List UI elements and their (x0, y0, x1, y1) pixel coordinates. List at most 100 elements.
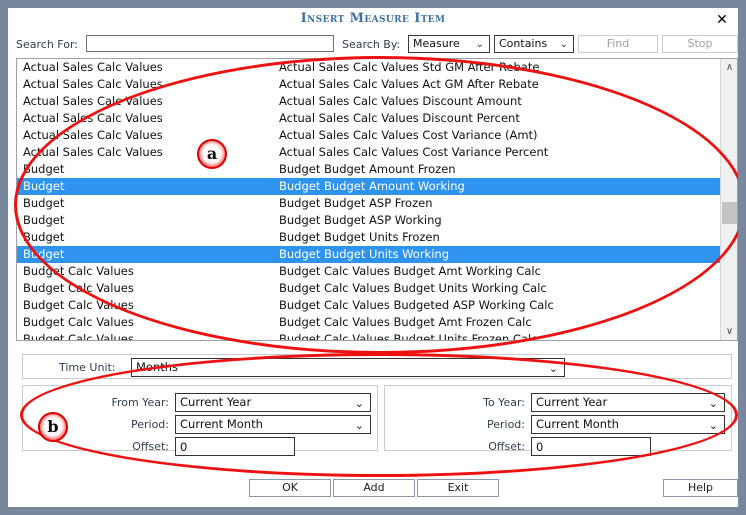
to-offset-input[interactable] (531, 437, 651, 456)
search-operator-value: Contains (499, 37, 548, 50)
insert-measure-item-dialog: Insert Measure Item ✕ Search For: Search… (0, 0, 746, 515)
chevron-down-icon: ⌄ (354, 419, 364, 432)
table-row[interactable]: Budget Budget Budget ASP Working (17, 212, 720, 229)
to-year-select[interactable]: Current Year ⌄ (531, 393, 725, 412)
help-button[interactable]: Help (663, 479, 738, 497)
to-year-value: Current Year (536, 395, 608, 409)
measure-group-cell: Actual Sales Calc Values (23, 145, 163, 159)
measure-group-cell: Budget (23, 213, 65, 227)
close-icon[interactable]: ✕ (714, 12, 730, 28)
from-range-group: From Year: Current Year ⌄ Period: Curren… (22, 385, 378, 456)
chevron-down-icon: ⌄ (708, 419, 718, 432)
to-offset-label: Offset: (488, 440, 525, 453)
table-row[interactable]: Budget Calc Values Budget Calc Values Bud… (17, 331, 720, 341)
table-row[interactable]: Actual Sales Calc Values Actual Sales Cal… (17, 76, 720, 93)
to-period-select[interactable]: Current Month ⌄ (531, 415, 725, 434)
measure-group-cell: Budget (23, 247, 65, 261)
measure-name-cell: Budget Budget ASP Frozen (279, 196, 433, 210)
table-row[interactable]: Actual Sales Calc Values Actual Sales Cal… (17, 144, 720, 161)
chevron-down-icon: ⌄ (548, 362, 558, 375)
table-row[interactable]: Actual Sales Calc Values Actual Sales Cal… (17, 93, 720, 110)
measure-group-cell: Budget (23, 162, 65, 176)
table-row[interactable]: Budget Calc Values Budget Calc Values Bud… (17, 297, 720, 314)
measure-group-cell: Actual Sales Calc Values (23, 111, 163, 125)
table-row[interactable]: Budget Calc Values Budget Calc Values Bud… (17, 263, 720, 280)
table-row[interactable]: Budget Calc Values Budget Calc Values Bud… (17, 280, 720, 297)
exit-button[interactable]: Exit (417, 479, 499, 497)
to-year-label: To Year: (483, 396, 525, 409)
measure-name-cell: Actual Sales Calc Values Cost Variance (… (279, 128, 538, 142)
time-unit-label: Time Unit: (59, 361, 116, 374)
measure-group-cell: Budget Calc Values (23, 281, 134, 295)
measure-name-cell: Budget Calc Values Budget Units Working … (279, 281, 547, 295)
search-by-field-value: Measure (413, 37, 460, 50)
scroll-up-icon[interactable]: ∧ (721, 59, 737, 76)
measure-name-cell: Budget Calc Values Budgeted ASP Working … (279, 298, 554, 312)
measure-name-cell: Actual Sales Calc Values Act GM After Re… (279, 77, 539, 91)
table-row[interactable]: Budget Budget Budget ASP Frozen (17, 195, 720, 212)
search-by-label: Search By: (342, 38, 401, 51)
scroll-down-icon[interactable]: ∨ (721, 323, 737, 340)
table-row[interactable]: Budget Calc Values Budget Calc Values Bud… (17, 314, 720, 331)
measure-group-cell: Budget (23, 196, 65, 210)
from-year-select[interactable]: Current Year ⌄ (175, 393, 371, 412)
from-period-label: Period: (130, 418, 169, 431)
search-input[interactable] (86, 35, 334, 52)
measure-group-cell: Actual Sales Calc Values (23, 60, 163, 74)
from-period-select[interactable]: Current Month ⌄ (175, 415, 371, 434)
measure-name-cell: Budget Calc Values Budget Amt Working Ca… (279, 264, 541, 278)
table-row[interactable]: Budget Budget Budget Amount Frozen (17, 161, 720, 178)
measure-group-cell: Budget Calc Values (23, 332, 134, 341)
table-row[interactable]: Budget Budget Budget Units Working (17, 246, 720, 263)
to-range-group: To Year: Current Year ⌄ Period: Current … (384, 385, 732, 456)
add-button[interactable]: Add (333, 479, 415, 497)
measure-group-cell: Budget (23, 230, 65, 244)
to-period-value: Current Month (536, 417, 619, 431)
measure-group-cell: Actual Sales Calc Values (23, 94, 163, 108)
table-row[interactable]: Actual Sales Calc Values Actual Sales Cal… (17, 127, 720, 144)
measure-list-scrollbar[interactable]: ∧ ∨ (720, 59, 737, 340)
time-unit-group: Time Unit: Months ⌄ (22, 354, 732, 379)
title-bar: Insert Measure Item ✕ (8, 8, 738, 32)
measure-name-cell: Actual Sales Calc Values Discount Amount (279, 94, 522, 108)
measure-list-rows: Actual Sales Calc Values Actual Sales Cal… (17, 59, 720, 341)
chevron-down-icon: ⌄ (559, 39, 568, 50)
from-offset-label: Offset: (132, 440, 169, 453)
stop-button[interactable]: Stop (662, 35, 738, 53)
to-period-label: Period: (486, 418, 525, 431)
measure-name-cell: Budget Budget Amount Working (279, 179, 465, 193)
measure-name-cell: Actual Sales Calc Values Std GM After Re… (279, 60, 540, 74)
table-row[interactable]: Budget Budget Budget Units Frozen (17, 229, 720, 246)
chevron-down-icon: ⌄ (475, 39, 484, 50)
time-unit-select[interactable]: Months ⌄ (131, 358, 565, 377)
measure-group-cell: Budget Calc Values (23, 264, 134, 278)
chevron-down-icon: ⌄ (708, 397, 718, 410)
measure-name-cell: Budget Calc Values Budget Units Frozen C… (279, 332, 538, 341)
table-row[interactable]: Budget Budget Budget Amount Working (17, 178, 720, 195)
scrollbar-thumb[interactable] (722, 202, 737, 224)
table-row[interactable]: Actual Sales Calc Values Actual Sales Cal… (17, 59, 720, 76)
measure-name-cell: Actual Sales Calc Values Discount Percen… (279, 111, 520, 125)
measure-group-cell: Actual Sales Calc Values (23, 128, 163, 142)
measure-group-cell: Budget Calc Values (23, 315, 134, 329)
measure-name-cell: Budget Budget Units Frozen (279, 230, 440, 244)
search-toolbar: Search For: Search By: Measure ⌄ Contain… (8, 34, 738, 56)
chevron-down-icon: ⌄ (354, 397, 364, 410)
search-by-field-select[interactable]: Measure ⌄ (408, 35, 490, 53)
from-year-label: From Year: (111, 396, 169, 409)
time-unit-value: Months (136, 360, 179, 374)
measure-group-cell: Budget (23, 179, 65, 193)
search-operator-select[interactable]: Contains ⌄ (494, 35, 574, 53)
from-offset-input[interactable] (175, 437, 295, 456)
measure-name-cell: Budget Budget Units Working (279, 247, 449, 261)
table-row[interactable]: Actual Sales Calc Values Actual Sales Cal… (17, 110, 720, 127)
measure-list[interactable]: Actual Sales Calc Values Actual Sales Cal… (16, 58, 738, 341)
ok-button[interactable]: OK (249, 479, 331, 497)
from-period-value: Current Month (180, 417, 263, 431)
measure-name-cell: Budget Calc Values Budget Amt Frozen Cal… (279, 315, 532, 329)
from-year-value: Current Year (180, 395, 252, 409)
find-button[interactable]: Find (578, 35, 658, 53)
page-title: Insert Measure Item (300, 11, 446, 26)
measure-name-cell: Actual Sales Calc Values Cost Variance P… (279, 145, 549, 159)
measure-group-cell: Budget Calc Values (23, 298, 134, 312)
